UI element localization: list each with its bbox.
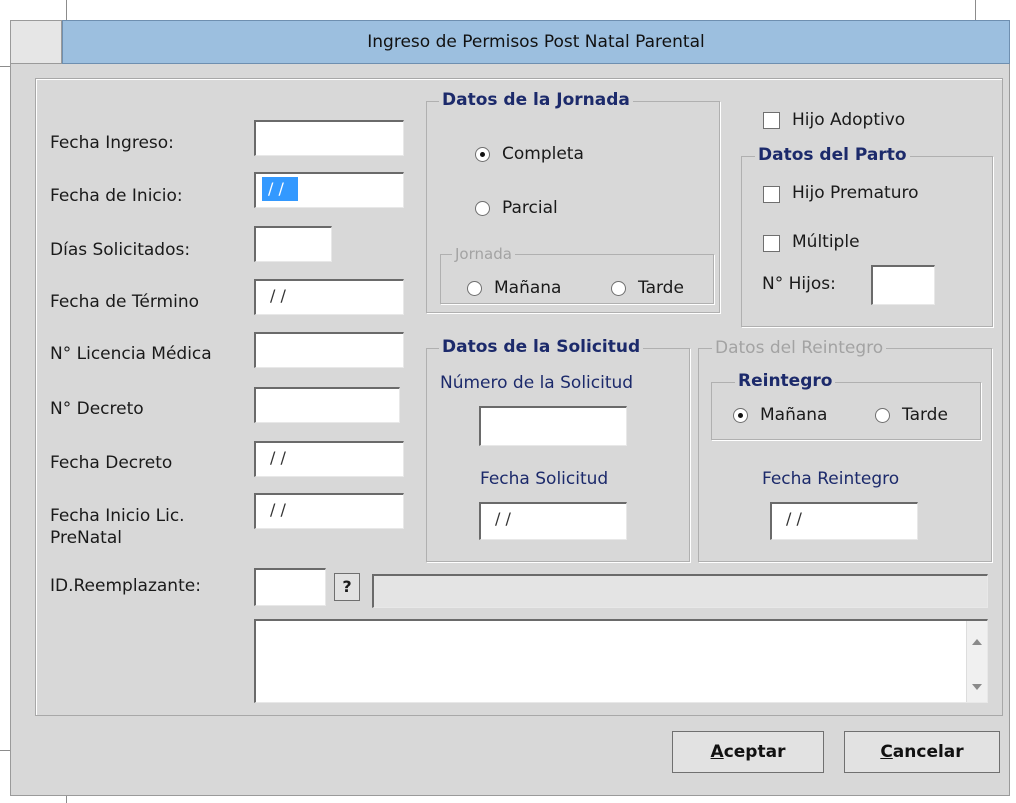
radio-reintegro-manana-label: Mañana bbox=[760, 405, 828, 425]
radio-jornada-tarde-label: Tarde bbox=[638, 278, 684, 298]
radio-completa[interactable] bbox=[475, 147, 490, 162]
background-gridline bbox=[0, 750, 10, 751]
aceptar-label: ceptar bbox=[723, 742, 786, 762]
licencia-medica-input[interactable] bbox=[254, 332, 404, 368]
background-gridline bbox=[975, 0, 976, 20]
radio-completa-label: Completa bbox=[502, 144, 584, 164]
field-label-decreto: N° Decreto bbox=[50, 399, 144, 419]
radio-reintegro-tarde-label: Tarde bbox=[902, 405, 948, 425]
radio-reintegro-tarde[interactable] bbox=[875, 408, 890, 423]
radio-jornada-tarde[interactable] bbox=[611, 281, 626, 296]
hijo-adoptivo-label: Hijo Adoptivo bbox=[792, 110, 906, 130]
numero-solicitud-label: Número de la Solicitud bbox=[440, 373, 634, 393]
decreto-input[interactable] bbox=[254, 387, 400, 423]
field-label-reemplazante: ID.Reemplazante: bbox=[50, 576, 201, 596]
fecha-decreto-input[interactable]: / / bbox=[254, 441, 404, 477]
solicitud-group-title: Datos de la Solicitud bbox=[439, 337, 644, 357]
fecha-inicio-prenatal-input[interactable]: / / bbox=[254, 493, 404, 529]
fecha-inicio-selected-text: / / bbox=[262, 177, 298, 201]
multiple-checkbox[interactable] bbox=[763, 235, 780, 252]
window-title: Ingreso de Permisos Post Natal Parental bbox=[62, 20, 1010, 64]
scroll-down-arrow-icon[interactable] bbox=[972, 684, 982, 690]
background-gridline bbox=[0, 66, 10, 67]
background-gridline bbox=[66, 0, 67, 20]
background-gridline bbox=[66, 796, 67, 803]
radio-jornada-manana[interactable] bbox=[467, 281, 482, 296]
radio-reintegro-manana[interactable] bbox=[733, 408, 748, 423]
system-menu-box[interactable] bbox=[10, 20, 62, 64]
field-label-licencia-medica: N° Licencia Médica bbox=[50, 344, 212, 364]
reintegro-group-title: Datos del Reintegro bbox=[712, 338, 887, 358]
fecha-solicitud-label: Fecha Solicitud bbox=[480, 469, 609, 489]
hijos-input[interactable] bbox=[871, 265, 935, 305]
field-label-dias-solicitados: Días Solicitados: bbox=[50, 240, 191, 260]
fecha-solicitud-input[interactable]: / / bbox=[479, 502, 627, 540]
jornada-group-title: Datos de la Jornada bbox=[439, 90, 633, 110]
field-label-fecha-ingreso: Fecha Ingreso: bbox=[50, 133, 174, 153]
jornada-sub-title: Jornada bbox=[452, 245, 515, 263]
field-label-fecha-termino: Fecha de Término bbox=[50, 292, 200, 312]
aceptar-accesskey: A bbox=[710, 742, 724, 762]
field-label-fecha-inicio-prenatal: Fecha Inicio Lic. PreNatal bbox=[50, 506, 185, 548]
dias-solicitados-input[interactable] bbox=[254, 226, 332, 262]
fecha-ingreso-input[interactable] bbox=[254, 120, 404, 156]
fecha-termino-input[interactable]: / / bbox=[254, 279, 404, 315]
numero-solicitud-input[interactable] bbox=[479, 406, 627, 446]
reemplazante-name-field bbox=[372, 574, 988, 608]
aceptar-button[interactable]: Aceptar bbox=[672, 731, 824, 773]
scroll-up-arrow-icon[interactable] bbox=[972, 639, 982, 645]
field-label-fecha-decreto: Fecha Decreto bbox=[50, 453, 173, 473]
radio-parcial[interactable] bbox=[475, 201, 490, 216]
hijo-adoptivo-checkbox[interactable] bbox=[763, 112, 780, 129]
reintegro-sub-title: Reintegro bbox=[735, 371, 836, 391]
hijos-label: N° Hijos: bbox=[762, 274, 836, 294]
cancelar-button[interactable]: Cancelar bbox=[844, 731, 1000, 773]
fecha-reintegro-label: Fecha Reintegro bbox=[762, 469, 900, 489]
reemplazante-lookup-button[interactable]: ? bbox=[334, 573, 360, 601]
reemplazante-id-input[interactable] bbox=[254, 568, 326, 606]
hijo-prematuro-label: Hijo Prematuro bbox=[792, 183, 919, 203]
parto-group-title: Datos del Parto bbox=[755, 145, 910, 165]
cancelar-label: ancelar bbox=[892, 742, 964, 762]
fecha-reintegro-input[interactable]: / / bbox=[770, 502, 918, 540]
field-label-fecha-inicio: Fecha de Inicio: bbox=[50, 186, 183, 206]
radio-parcial-label: Parcial bbox=[502, 198, 558, 218]
memo-scrollbar[interactable] bbox=[966, 621, 987, 702]
fecha-inicio-input[interactable]: / / bbox=[254, 172, 404, 208]
radio-jornada-manana-label: Mañana bbox=[494, 278, 562, 298]
cancelar-accesskey: C bbox=[880, 742, 893, 762]
multiple-label: Múltiple bbox=[792, 232, 860, 252]
observations-textarea[interactable] bbox=[254, 619, 988, 703]
hijo-prematuro-checkbox[interactable] bbox=[763, 186, 780, 203]
